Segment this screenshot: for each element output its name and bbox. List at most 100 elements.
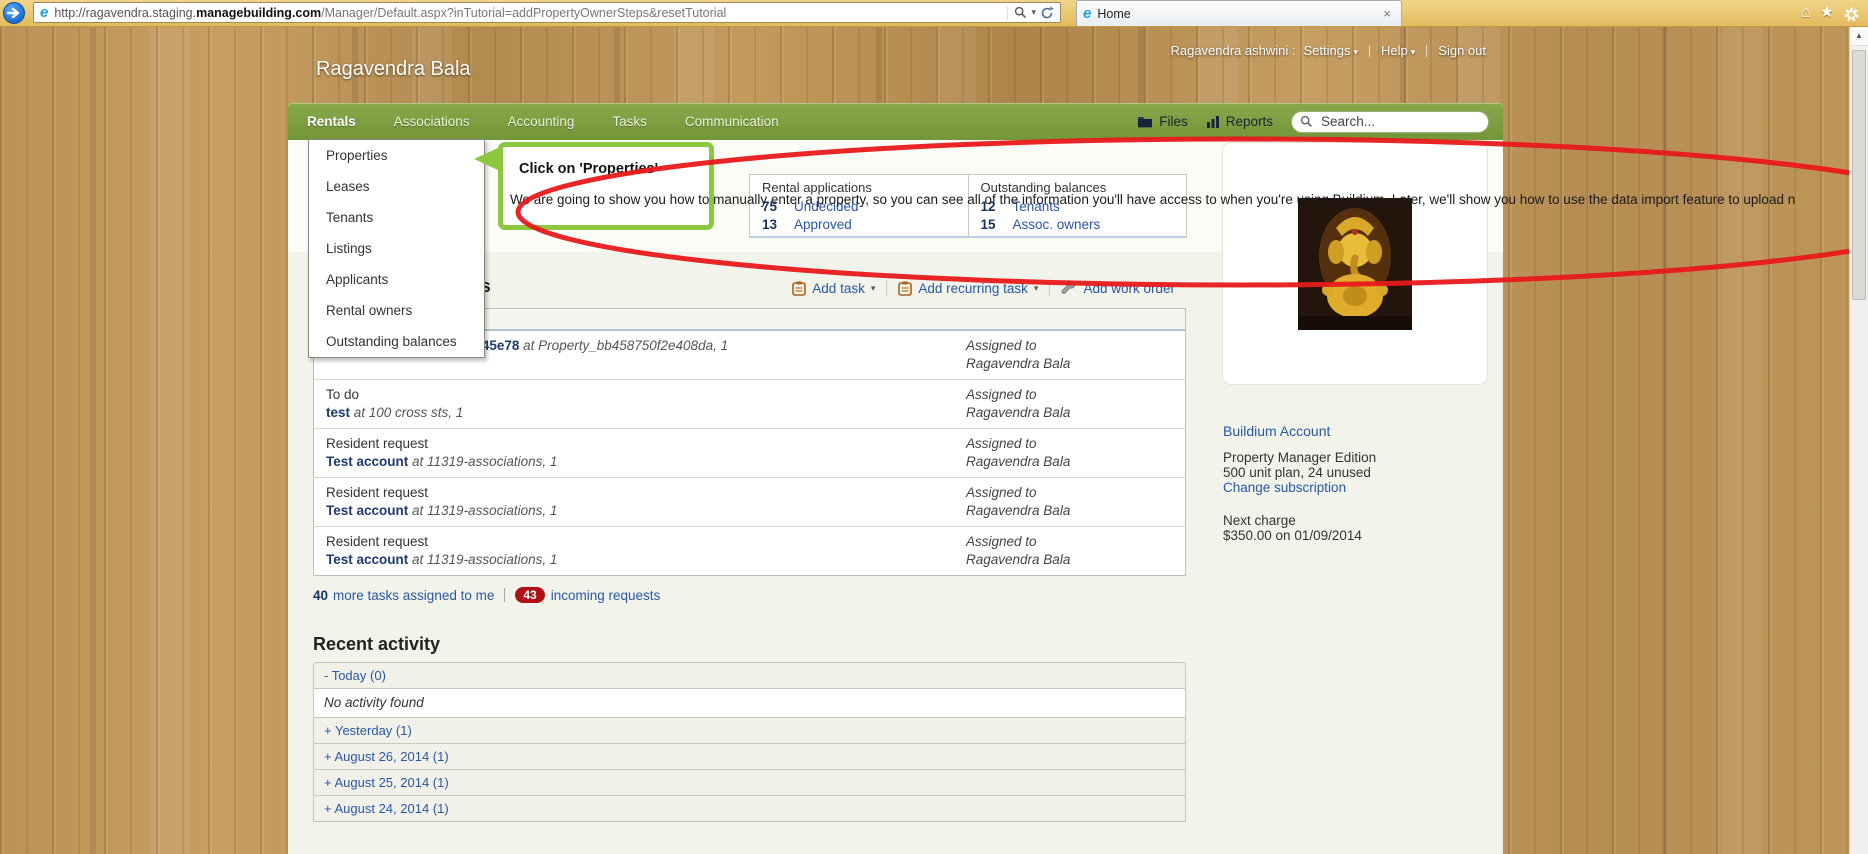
star-icon[interactable]: ★ [1820,3,1834,23]
signout-link[interactable]: Sign out [1438,43,1486,58]
files-label: Files [1159,114,1188,129]
search-box[interactable] [1291,111,1489,133]
menu-item-applicants[interactable]: Applicants [309,264,484,295]
reports-button[interactable]: Reports [1206,114,1273,129]
task-assigned: Assigned to Ragavendra Bala [966,386,1070,422]
nav-item-tasks[interactable]: Tasks [593,103,666,140]
menu-item-properties[interactable]: Properties [309,140,484,171]
vertical-scrollbar[interactable]: ▲ [1849,26,1868,854]
user-name: Ragavendra ashwini : [1170,43,1295,58]
ie-favicon-icon: e [40,5,48,20]
account-plan: 500 unit plan, 24 unused [1223,465,1487,480]
task-cell: Resident request Test account at 11319-a… [326,533,557,569]
add-task-label: Add task [812,281,865,296]
tasks-footer: 40 more tasks assigned to me 43 incoming… [313,587,660,603]
help-menu[interactable]: Help▾ [1381,43,1415,58]
files-button[interactable]: Files [1137,114,1188,129]
assigned-to-name: Ragavendra Bala [966,404,1070,422]
task-link[interactable]: Test account [326,454,408,469]
add-work-order-button[interactable]: Add work order [1050,281,1186,296]
clipboard-icon [898,281,912,296]
buildium-account-link[interactable]: Buildium Account [1223,424,1487,439]
stat-link-assoc-owners[interactable]: Assoc. owners [1013,217,1101,232]
incoming-requests-link[interactable]: incoming requests [551,588,661,603]
tutorial-tooltip: Click on 'Properties' [498,142,714,230]
task-row: Resident request Test account at 11319-a… [314,527,1185,575]
task-link[interactable]: Test account [326,552,408,567]
address-search-icon[interactable] [1014,6,1027,19]
nav-item-communication[interactable]: Communication [666,103,798,140]
assigned-to-label: Assigned to [966,337,1070,355]
refresh-icon[interactable] [1040,6,1054,20]
sidebar-card [1223,143,1487,384]
add-task-button[interactable]: Add task ▾ [781,281,886,296]
account-edition: Property Manager Edition [1223,450,1487,465]
activity-group-aug25[interactable]: + August 25, 2014 (1) [314,770,1185,796]
scrollbar-thumb[interactable] [1852,50,1866,300]
task-location: at 11319-associations, 1 [408,454,557,469]
assigned-to-name: Ragavendra Bala [966,453,1070,471]
task-link[interactable]: Test account [326,503,408,518]
activity-group-yesterday[interactable]: + Yesterday (1) [314,718,1185,744]
search-mode-caret-icon[interactable]: ▾ [1031,8,1036,17]
stat-link-approved[interactable]: Approved [794,217,852,232]
add-work-order-label: Add work order [1083,281,1175,296]
divider [1369,45,1370,57]
task-assigned: Assigned to Ragavendra Bala [966,533,1070,569]
rentals-dropdown-menu: Properties Leases Tenants Listings Appli… [308,139,485,358]
task-row: Resident request Test account at 11319-a… [314,478,1185,527]
tutorial-body-text: We are going to show you how to manually… [510,192,1795,207]
activity-empty-row: No activity found [314,689,1185,718]
back-arrow-icon [7,7,21,19]
add-task-caret-icon: ▾ [871,284,876,293]
activity-group-aug24[interactable]: + August 24, 2014 (1) [314,796,1185,821]
task-row: Resident request Test account at 11319-a… [314,429,1185,478]
address-bar[interactable]: e http://ragavendra.staging.managebuildi… [33,2,1061,23]
page-title: Ragavendra Bala [316,58,471,81]
next-charge-value: $350.00 on 01/09/2014 [1223,528,1487,543]
activity-group-today[interactable]: - Today (0) [314,663,1185,689]
nav-item-rentals[interactable]: Rentals [288,103,375,140]
task-link[interactable]: test [326,405,350,420]
browser-tab[interactable]: e Home × [1076,0,1402,26]
search-input[interactable] [1319,113,1473,130]
menu-item-rental-owners[interactable]: Rental owners [309,295,484,326]
assigned-to-label: Assigned to [966,386,1070,404]
screenshot-root: e http://ragavendra.staging.managebuildi… [0,0,1868,854]
address-bar-controls: ▾ [1007,6,1060,20]
activity-group-aug26[interactable]: + August 26, 2014 (1) [314,744,1185,770]
ganesha-photo [1298,198,1412,330]
url-path: /Manager/Default.aspx?inTutorial=addProp… [321,6,726,20]
menu-item-leases[interactable]: Leases [309,171,484,202]
tutorial-title: Click on 'Properties' [519,161,658,177]
task-location: at Property_bb458750f2e408da, 1 [519,338,728,353]
nav-item-associations[interactable]: Associations [375,103,489,140]
add-recurring-task-button[interactable]: Add recurring task ▾ [887,281,1049,296]
more-tasks-link[interactable]: more tasks assigned to me [333,588,494,603]
wrench-icon [1061,281,1077,296]
nav-item-accounting[interactable]: Accounting [489,103,594,140]
menu-item-listings[interactable]: Listings [309,233,484,264]
task-assigned: Assigned to Ragavendra Bala [966,435,1070,471]
task-type: To do [326,386,463,404]
tab-close-icon[interactable]: × [1373,6,1401,21]
divider [1426,45,1427,57]
back-button[interactable] [3,2,25,24]
gear-icon[interactable] [1843,6,1860,23]
more-tasks-count: 40 [313,588,328,603]
incoming-requests-badge: 43 [515,587,544,603]
nav-utilities: Files Reports [1137,111,1503,133]
settings-menu[interactable]: Settings▾ [1304,43,1359,58]
url-domain: managebuilding.com [196,6,321,20]
tab-favicon-icon: e [1083,6,1091,21]
task-location: at 11319-associations, 1 [408,552,557,567]
folder-icon [1137,115,1153,128]
task-cell: To do test at 100 cross sts, 1 [326,386,463,422]
menu-item-outstanding-balances[interactable]: Outstanding balances [309,326,484,357]
home-icon[interactable]: ⌂ [1801,3,1811,23]
add-recurring-task-label: Add recurring task [918,281,1028,296]
change-subscription-link[interactable]: Change subscription [1223,480,1487,495]
menu-item-tenants[interactable]: Tenants [309,202,484,233]
scrollbar-up-icon[interactable]: ▲ [1850,26,1868,46]
tooltip-pointer-icon [474,147,500,171]
